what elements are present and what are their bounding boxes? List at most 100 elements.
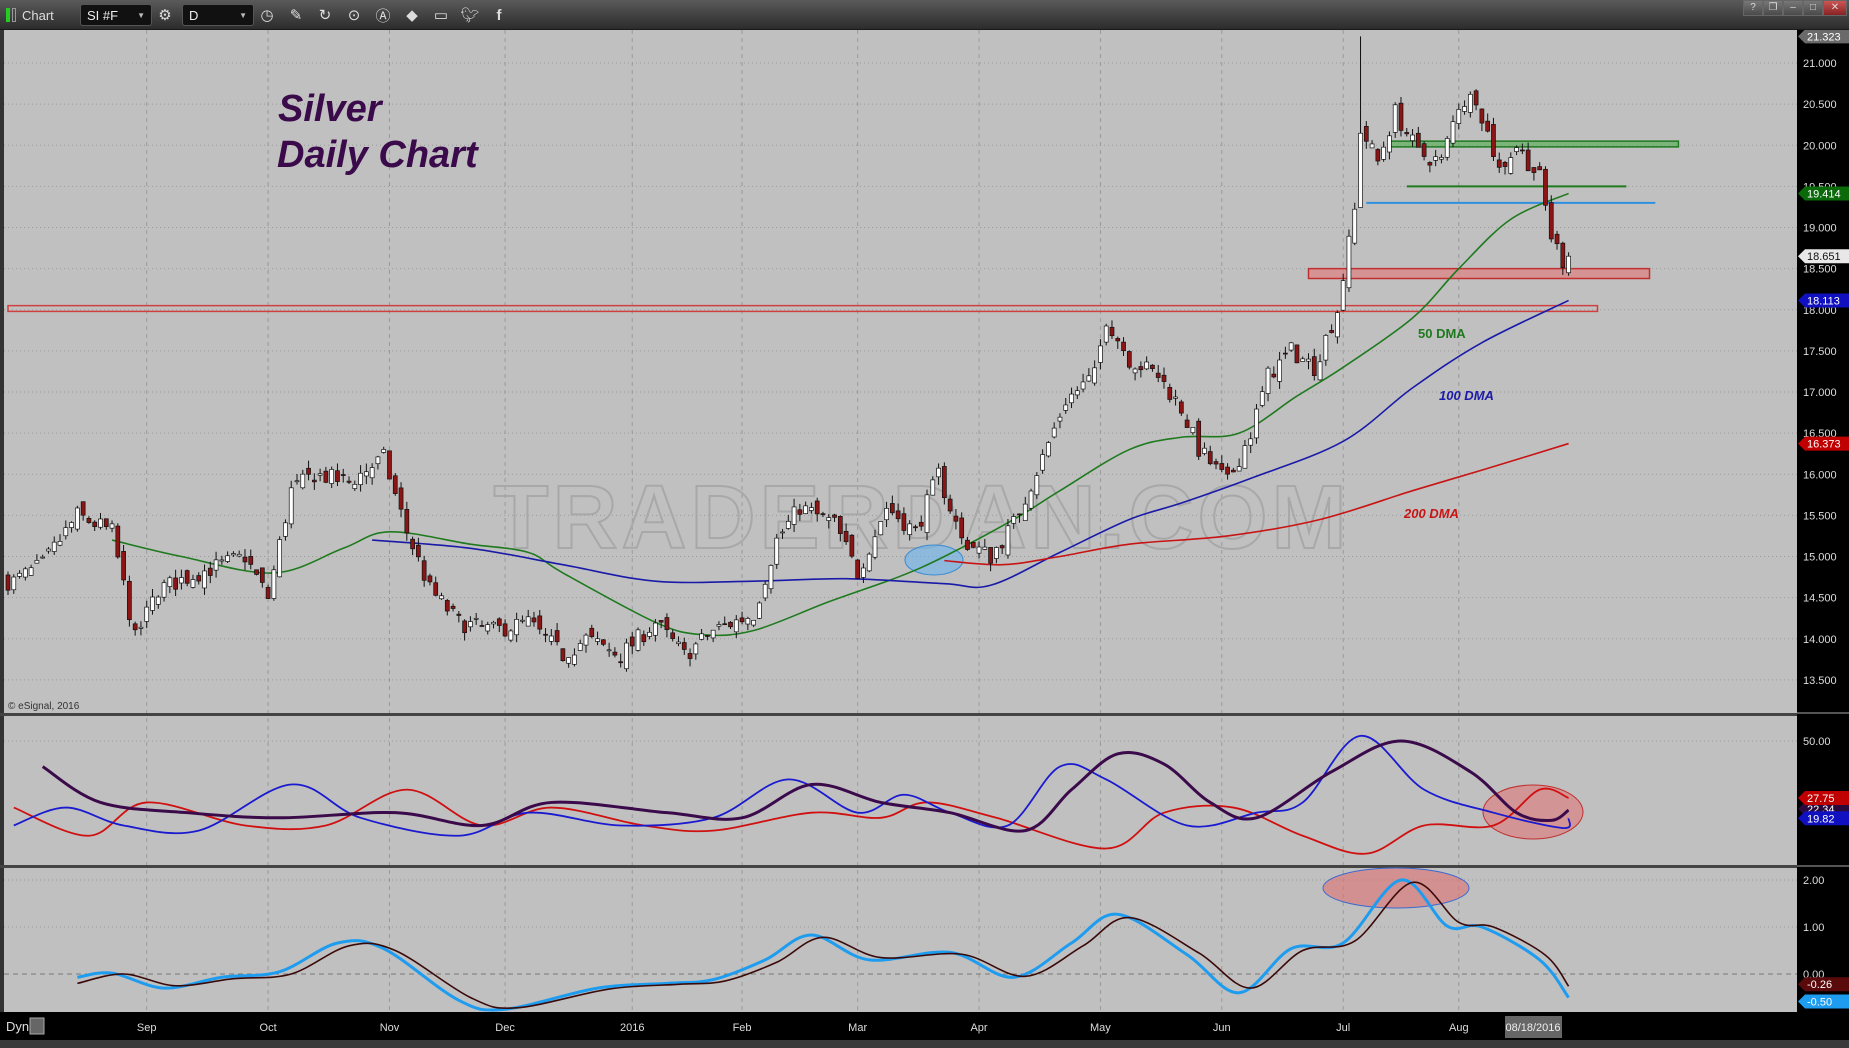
candle-body — [283, 522, 288, 537]
candle-body — [1462, 106, 1467, 112]
candle-body — [462, 620, 467, 634]
pane-divider[interactable] — [0, 865, 1797, 868]
candle-body — [300, 473, 306, 489]
candle-body — [1011, 516, 1017, 524]
candle-body — [1109, 326, 1115, 337]
candle-body — [1028, 490, 1034, 509]
time-tick-label: Feb — [733, 1022, 752, 1034]
chart-title-line1: Silver — [278, 88, 384, 130]
time-tick-label: Apr — [970, 1022, 987, 1034]
candle-body — [317, 473, 323, 476]
candle-body — [439, 595, 444, 600]
candle-body — [947, 498, 953, 512]
comment-icon[interactable]: ▭ — [430, 4, 452, 26]
symbol-select[interactable]: SI #F ▼ — [80, 4, 152, 26]
candle-body — [1144, 361, 1150, 370]
candle-body — [1404, 132, 1410, 135]
lock-icon[interactable] — [29, 1017, 45, 1035]
candle-body — [427, 575, 433, 583]
candle-body — [1439, 157, 1444, 160]
candle-body — [1323, 335, 1329, 361]
play-icon[interactable]: ⊙ — [343, 4, 365, 26]
candle-body — [1259, 391, 1265, 406]
candle-body — [739, 617, 745, 623]
time-tick-label: Jun — [1213, 1022, 1231, 1034]
window-border — [0, 1040, 1849, 1048]
pane-divider[interactable] — [0, 713, 1797, 716]
candle-body — [635, 629, 641, 651]
window-border — [0, 30, 4, 1012]
candle-body — [1548, 202, 1554, 240]
candle-body — [733, 619, 739, 633]
facebook-icon[interactable]: f — [488, 4, 510, 26]
chart-area[interactable]: TRADERDAN.COM Silver Daily Chart 50 DMA … — [0, 30, 1849, 1048]
candle-body — [1387, 135, 1392, 153]
candle-body — [421, 560, 427, 581]
ma50-label: 50 DMA — [1418, 326, 1466, 341]
current-date-label: 08/18/2016 — [1505, 1022, 1560, 1034]
candle-body — [1491, 124, 1496, 157]
candle-body — [1022, 503, 1028, 521]
candle-body — [1479, 108, 1485, 124]
pencil-icon[interactable]: ✎ — [285, 4, 307, 26]
dyn-label: Dyn — [6, 1019, 29, 1034]
candle-body — [103, 518, 109, 528]
gear-icon[interactable]: ⚙ — [154, 4, 176, 26]
restore-button[interactable]: ❐ — [1763, 0, 1783, 16]
candle-body — [294, 480, 300, 483]
candle-body — [1277, 359, 1282, 382]
candle-body — [1473, 90, 1479, 106]
candle-body — [346, 480, 352, 483]
candle-body — [959, 517, 965, 539]
candle-body — [687, 653, 693, 659]
osc2-tick-label: 2.00 — [1803, 875, 1824, 887]
candle-body — [699, 633, 704, 640]
alert-icon[interactable]: Ⓐ — [372, 4, 394, 26]
candle-body — [1063, 404, 1069, 411]
candle-body — [768, 565, 774, 590]
candle-body — [1329, 330, 1334, 333]
price-label: 19.414 — [1807, 188, 1841, 200]
candle-body — [242, 556, 248, 563]
candle-body — [849, 534, 855, 557]
osc1-label: 27.75 — [1807, 793, 1835, 805]
candle-body — [1444, 138, 1450, 158]
price-tick-label: 19.000 — [1803, 223, 1837, 235]
twitter-icon[interactable]: 🐦︎ — [459, 4, 481, 26]
clock-icon[interactable]: ◷ — [256, 4, 278, 26]
candle-body — [676, 641, 681, 644]
candle-body — [600, 639, 606, 645]
candle-body — [531, 617, 537, 623]
candle-body — [913, 526, 918, 529]
candle-body — [265, 587, 271, 599]
candle-body — [387, 450, 392, 480]
minimize-button[interactable]: – — [1783, 0, 1803, 16]
candle-body — [236, 553, 242, 557]
candle-body — [358, 472, 363, 485]
candle-body — [1271, 373, 1277, 378]
candle-body — [473, 617, 479, 620]
candle-body — [930, 479, 936, 496]
price-tick-label: 18.500 — [1803, 264, 1837, 276]
candle-body — [1086, 375, 1092, 382]
close-button[interactable]: ✕ — [1823, 0, 1847, 16]
chevron-down-icon: ▼ — [137, 10, 145, 20]
osc2-tick-label: 1.00 — [1803, 922, 1824, 934]
osc1-label: 19.82 — [1807, 813, 1835, 825]
candle-body — [40, 556, 46, 559]
time-axis[interactable] — [0, 1012, 1849, 1040]
refresh-icon[interactable]: ↻ — [314, 4, 336, 26]
eraser-icon[interactable]: ◆ — [401, 4, 423, 26]
candle-body — [1485, 120, 1491, 132]
candle-body — [589, 627, 595, 637]
interval-select[interactable]: D ▼ — [182, 4, 254, 26]
help-button[interactable]: ? — [1743, 0, 1763, 16]
candle-body — [1421, 143, 1427, 157]
candle-body — [1202, 447, 1207, 454]
candle-body — [514, 619, 519, 636]
candle-body — [936, 467, 941, 478]
price-tick-label: 16.000 — [1803, 469, 1837, 481]
level-zone — [1388, 140, 1680, 148]
candle-body — [1392, 104, 1398, 133]
maximize-button[interactable]: □ — [1803, 0, 1823, 16]
